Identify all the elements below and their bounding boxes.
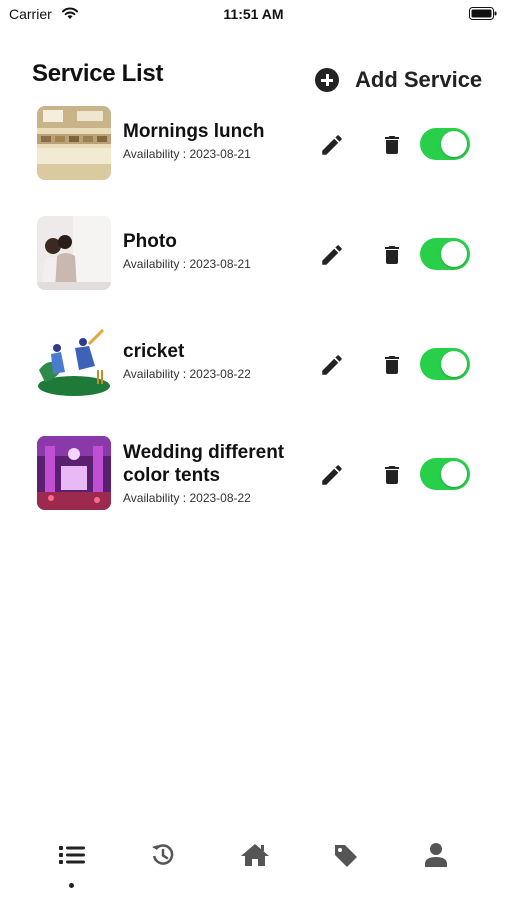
service-info: cricket Availability : 2023-08-22	[123, 340, 303, 381]
service-info: Photo Availability : 2023-08-21	[123, 230, 303, 271]
tag-icon	[335, 845, 357, 867]
bottom-tab-bar	[0, 830, 507, 900]
service-name: Wedding different color tents	[123, 442, 285, 486]
tab-service-list[interactable]	[52, 842, 92, 882]
edit-icon[interactable]	[319, 352, 345, 378]
service-image-cricket	[37, 326, 111, 400]
delete-icon[interactable]	[380, 131, 404, 159]
edit-icon[interactable]	[319, 242, 345, 268]
delete-icon[interactable]	[380, 241, 404, 269]
edit-icon[interactable]	[319, 462, 345, 488]
service-info: Wedding different color tents Availabili…	[123, 441, 303, 505]
tab-profile[interactable]	[416, 842, 456, 882]
availability-toggle[interactable]	[420, 348, 470, 380]
page-title: Service List	[32, 60, 164, 87]
toggle-knob	[441, 241, 467, 267]
list-icon	[59, 846, 85, 864]
add-service-label: Add Service	[355, 67, 483, 92]
service-name: Mornings lunch	[123, 121, 265, 142]
edit-icon[interactable]	[319, 132, 345, 158]
tab-history[interactable]	[143, 842, 183, 882]
toggle-knob	[441, 131, 467, 157]
toggle-knob	[441, 461, 467, 487]
toggle-knob	[441, 351, 467, 377]
battery-icon	[469, 7, 497, 20]
availability-toggle[interactable]	[420, 458, 470, 490]
service-availability: Availability : 2023-08-22	[123, 367, 251, 381]
tab-offers[interactable]	[326, 842, 366, 882]
service-item: Mornings lunch Availability : 2023-08-21	[37, 106, 477, 186]
service-name: cricket	[123, 341, 185, 362]
tab-home[interactable]	[235, 842, 275, 882]
availability-toggle[interactable]	[420, 128, 470, 160]
service-availability: Availability : 2023-08-21	[123, 147, 251, 161]
delete-icon[interactable]	[380, 461, 404, 489]
service-item: cricket Availability : 2023-08-22	[37, 326, 477, 406]
service-availability: Availability : 2023-08-22	[123, 491, 251, 505]
availability-toggle[interactable]	[420, 238, 470, 270]
home-icon	[241, 844, 269, 866]
service-image-buffet	[37, 106, 111, 180]
service-image-wedding-tent	[37, 436, 111, 510]
delete-icon[interactable]	[380, 351, 404, 379]
clock: 11:51 AM	[223, 6, 284, 22]
service-item: Photo Availability : 2023-08-21	[37, 216, 477, 296]
add-circle-icon	[315, 68, 339, 92]
active-tab-indicator	[69, 883, 74, 888]
service-info: Mornings lunch Availability : 2023-08-21	[123, 120, 303, 161]
service-availability: Availability : 2023-08-21	[123, 257, 251, 271]
add-service-button[interactable]: Add Service	[315, 66, 482, 106]
history-icon	[152, 844, 174, 865]
service-name: Photo	[123, 231, 177, 252]
status-bar: Carrier 11:51 AM	[0, 0, 507, 30]
profile-icon	[425, 843, 447, 867]
service-item: Wedding different color tents Availabili…	[37, 436, 477, 516]
service-image-couple	[37, 216, 111, 290]
